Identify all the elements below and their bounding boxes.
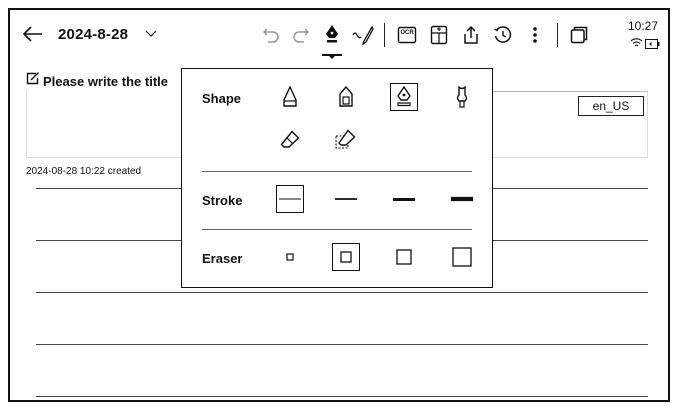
popup-divider	[202, 229, 472, 230]
active-tool-notch	[328, 55, 336, 59]
window-icon[interactable]	[568, 24, 590, 46]
popup-divider	[202, 171, 472, 172]
stroke-label: Stroke	[202, 193, 243, 208]
stylus-icon[interactable]	[351, 24, 375, 46]
eraser-size-s-option[interactable]	[332, 243, 360, 271]
status-time: 10:27	[628, 19, 659, 33]
stroke-thin-option[interactable]	[276, 185, 304, 213]
note-title[interactable]: Please write the title	[26, 72, 168, 90]
redo-icon[interactable]	[290, 24, 312, 46]
date-title[interactable]: 2024-8-28	[58, 26, 128, 43]
ruled-line	[36, 344, 648, 345]
wifi-icon	[630, 35, 643, 53]
template-icon[interactable]	[428, 24, 450, 46]
pen-settings-popup: Shape Stroke Eraser	[181, 68, 493, 288]
created-timestamp: 2024-08-28 10:22 created	[26, 166, 142, 177]
toolbar-divider	[557, 23, 558, 47]
brush-icon[interactable]	[448, 83, 476, 111]
language-selector[interactable]: en_US	[578, 96, 644, 116]
battery-icon	[645, 36, 660, 54]
top-toolbar: 2024-8-28 OCR 10:27	[10, 10, 668, 60]
history-icon[interactable]	[492, 24, 514, 46]
eraser-size-xs-option[interactable]	[276, 243, 304, 271]
eraser-label: Eraser	[202, 251, 243, 266]
ocr-icon[interactable]: OCR	[396, 24, 418, 46]
pencil-icon[interactable]	[276, 83, 304, 111]
marker-icon[interactable]	[332, 83, 360, 111]
ruled-line	[36, 292, 648, 293]
share-icon[interactable]	[460, 24, 482, 46]
arrow-left-icon[interactable]	[22, 23, 44, 45]
eraser-size-m-option[interactable]	[390, 243, 418, 271]
shape-label: Shape	[202, 91, 242, 106]
undo-icon[interactable]	[260, 24, 282, 46]
more-vertical-icon[interactable]	[528, 24, 542, 46]
status-indicators	[630, 35, 660, 49]
ocr-label: OCR	[400, 30, 414, 36]
title-underline	[488, 91, 648, 92]
toolbar-divider	[384, 23, 385, 47]
fountain-pen-option[interactable]	[390, 83, 418, 111]
edit-title-icon	[26, 72, 40, 90]
ruled-line	[36, 396, 648, 397]
stroke-thick-option[interactable]	[390, 185, 418, 213]
chevron-down-icon[interactable]	[144, 28, 158, 40]
eraser-icon[interactable]	[276, 125, 304, 153]
fountain-pen-icon[interactable]	[321, 22, 343, 48]
app-window: 2024-8-28 OCR 10:27 Please write the tit…	[8, 8, 670, 402]
eraser-size-l-option[interactable]	[448, 243, 476, 271]
stroke-medium-option[interactable]	[332, 185, 360, 213]
area-eraser-icon[interactable]	[332, 125, 360, 153]
title-placeholder: Please write the title	[43, 73, 168, 89]
stroke-extra-thick-option[interactable]	[448, 185, 476, 213]
